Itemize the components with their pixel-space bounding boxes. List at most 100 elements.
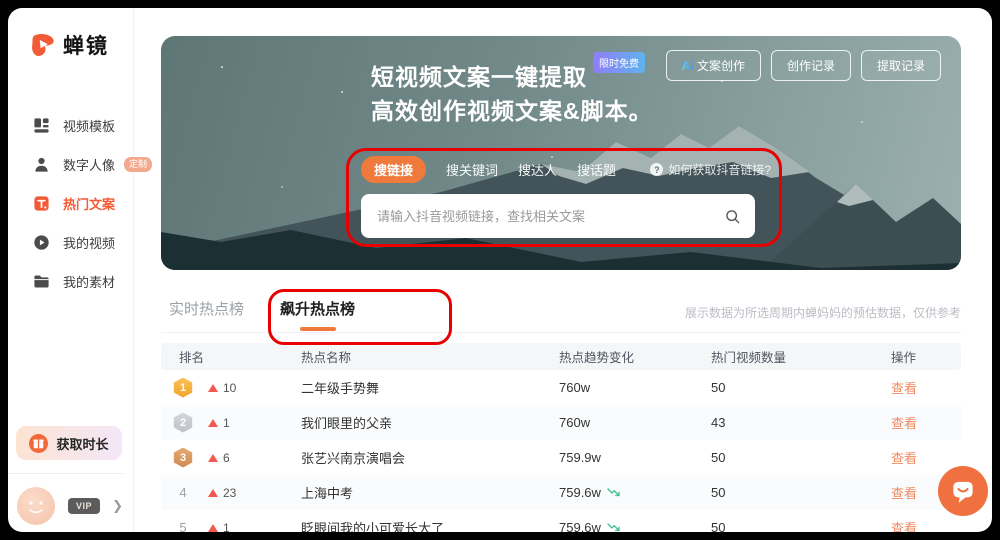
search-panel: 搜链接搜关键词搜达人搜话题 ? 如何获取抖音链接? bbox=[361, 156, 771, 238]
table-body: 110二年级手势舞760w50查看21我们眼里的父亲760w43查看36张艺兴南… bbox=[161, 370, 961, 532]
up-triangle-icon bbox=[208, 454, 218, 462]
up-triangle-icon bbox=[208, 489, 218, 497]
gift-icon bbox=[29, 434, 48, 453]
chevron-right-icon[interactable]: ❯ bbox=[112, 498, 123, 514]
col-videos: 热门视频数量 bbox=[711, 347, 891, 366]
cell-videos: 50 bbox=[711, 520, 891, 532]
limited-free-badge: 限时免费 bbox=[593, 52, 645, 73]
logo-text: 蝉镜 bbox=[63, 30, 109, 60]
vip-badge: VIP bbox=[68, 498, 100, 514]
rank-change: 23 bbox=[208, 486, 236, 500]
cell-name: 眨眼间我的小可爱长大了 bbox=[301, 518, 559, 532]
cell-trend: 760w bbox=[559, 415, 711, 430]
trend-down-icon bbox=[607, 522, 622, 532]
search-icon[interactable] bbox=[724, 208, 741, 225]
sidebar-item-label: 数字人像 bbox=[63, 155, 115, 174]
cell-name: 张艺兴南京演唱会 bbox=[301, 448, 559, 467]
hero-buttons: AI 文案创作创作记录提取记录 bbox=[666, 50, 941, 81]
col-trend: 热点趋势变化 bbox=[559, 347, 711, 366]
list-header: 实时热点榜 飙升热点榜 展示数据为所选周期内蝉妈妈的预估数据，仅供参考 bbox=[161, 298, 961, 336]
table-row: 21我们眼里的父亲760w43查看 bbox=[161, 405, 961, 440]
search-tab-4[interactable]: 搜话题 bbox=[577, 156, 616, 183]
hero-banner: AI 文案创作创作记录提取记录 短视频文案一键提取限时免费 高效创作视频文案&脚… bbox=[161, 36, 961, 270]
person-icon bbox=[33, 156, 50, 173]
logo-icon bbox=[28, 30, 58, 60]
search-tab-1[interactable]: 搜链接 bbox=[361, 156, 426, 183]
list-tab-2[interactable]: 飙升热点榜 bbox=[280, 298, 355, 331]
table-row: 1 10 二年级手势舞760w50查看 bbox=[161, 370, 961, 405]
cell-videos: 50 bbox=[711, 380, 891, 395]
sidebar-item-1[interactable]: 视频模板 bbox=[8, 106, 133, 145]
hero-button-3[interactable]: 提取记录 bbox=[861, 50, 941, 81]
sidebar-nav: 视频模板数字人像定制热门文案我的视频我的素材 bbox=[8, 106, 133, 301]
get-duration-button[interactable]: 获取时长 bbox=[16, 426, 122, 460]
list-tab-1[interactable]: 实时热点榜 bbox=[169, 298, 244, 331]
chat-support-button[interactable] bbox=[938, 466, 988, 516]
data-disclaimer: 展示数据为所选周期内蝉妈妈的预估数据，仅供参考 bbox=[685, 304, 961, 321]
cell-trend: 759.9w bbox=[559, 450, 711, 465]
get-duration-label: 获取时长 bbox=[56, 434, 108, 453]
cell-trend: 759.6w bbox=[559, 485, 711, 500]
search-input[interactable] bbox=[375, 208, 724, 225]
rank-medal: 1 bbox=[173, 378, 193, 398]
question-icon: ? bbox=[650, 163, 663, 176]
table-row: 36张艺兴南京演唱会759.9w50查看 bbox=[161, 440, 961, 475]
hero-subtitle: 高效创作视频文案&脚本。 bbox=[371, 92, 653, 126]
avatar[interactable] bbox=[17, 487, 55, 525]
search-tab-2[interactable]: 搜关键词 bbox=[446, 156, 498, 183]
sidebar-item-5[interactable]: 我的素材 bbox=[8, 262, 133, 301]
up-triangle-icon bbox=[208, 524, 218, 532]
rank-medal: 3 bbox=[173, 448, 193, 468]
table-row: 423上海中考759.6w50查看 bbox=[161, 475, 961, 510]
hot-text-icon bbox=[33, 195, 50, 212]
sidebar-item-4[interactable]: 我的视频 bbox=[8, 223, 133, 262]
hero-button-2[interactable]: 创作记录 bbox=[771, 50, 851, 81]
view-link[interactable]: 查看 bbox=[891, 448, 961, 467]
avatar-face bbox=[17, 487, 55, 525]
col-action: 操作 bbox=[891, 347, 961, 366]
rank-medal: 2 bbox=[173, 413, 193, 433]
col-rank: 排名 bbox=[161, 347, 301, 366]
user-row[interactable]: VIP ❯ bbox=[17, 487, 123, 525]
main-content: AI 文案创作创作记录提取记录 短视频文案一键提取限时免费 高效创作视频文案&脚… bbox=[134, 8, 992, 532]
rank-number: 5 bbox=[173, 520, 193, 532]
cell-trend: 760w bbox=[559, 380, 711, 395]
sidebar-item-label: 我的素材 bbox=[63, 272, 115, 291]
trend-down-icon bbox=[607, 487, 622, 498]
view-link[interactable]: 查看 bbox=[891, 378, 961, 397]
cell-rank: 21 bbox=[161, 413, 301, 433]
app-window: 蝉镜 视频模板数字人像定制热门文案我的视频我的素材 获取时长 VIP ❯ bbox=[8, 8, 992, 532]
sidebar-item-2[interactable]: 数字人像定制 bbox=[8, 145, 133, 184]
chat-bubble-icon bbox=[948, 476, 978, 506]
hero-title: 短视频文案一键提取限时免费 bbox=[371, 58, 645, 92]
cell-name: 二年级手势舞 bbox=[301, 378, 559, 397]
sidebar-item-label: 热门文案 bbox=[63, 194, 115, 213]
cell-name: 我们眼里的父亲 bbox=[301, 413, 559, 432]
cell-videos: 43 bbox=[711, 415, 891, 430]
cell-videos: 50 bbox=[711, 485, 891, 500]
sidebar-item-label: 我的视频 bbox=[63, 233, 115, 252]
rank-change: 1 bbox=[208, 416, 230, 430]
sidebar-item-3[interactable]: 热门文案 bbox=[8, 184, 133, 223]
rank-change: 10 bbox=[208, 381, 236, 395]
rank-change: 1 bbox=[208, 521, 230, 533]
cell-videos: 50 bbox=[711, 450, 891, 465]
cell-rank: 36 bbox=[161, 448, 301, 468]
hero-button-1[interactable]: AI 文案创作 bbox=[666, 50, 761, 81]
table-header: 排名 热点名称 热点趋势变化 热门视频数量 操作 bbox=[161, 343, 961, 370]
view-link[interactable]: 查看 bbox=[891, 413, 961, 432]
sidebar: 蝉镜 视频模板数字人像定制热门文案我的视频我的素材 获取时长 VIP ❯ bbox=[8, 8, 134, 532]
cell-rank: 51 bbox=[161, 520, 301, 532]
cell-rank: 1 10 bbox=[161, 378, 301, 398]
help-link[interactable]: ? 如何获取抖音链接? bbox=[650, 161, 771, 178]
search-box bbox=[361, 194, 755, 238]
col-name: 热点名称 bbox=[301, 347, 559, 366]
cell-name: 上海中考 bbox=[301, 483, 559, 502]
play-circle-icon bbox=[33, 234, 50, 251]
sidebar-item-label: 视频模板 bbox=[63, 116, 115, 135]
table-row: 51眨眼间我的小可爱长大了759.6w50查看 bbox=[161, 510, 961, 532]
view-link[interactable]: 查看 bbox=[891, 518, 961, 532]
logo: 蝉镜 bbox=[8, 8, 133, 60]
tabs-divider bbox=[161, 332, 961, 333]
search-tab-3[interactable]: 搜达人 bbox=[518, 156, 557, 183]
